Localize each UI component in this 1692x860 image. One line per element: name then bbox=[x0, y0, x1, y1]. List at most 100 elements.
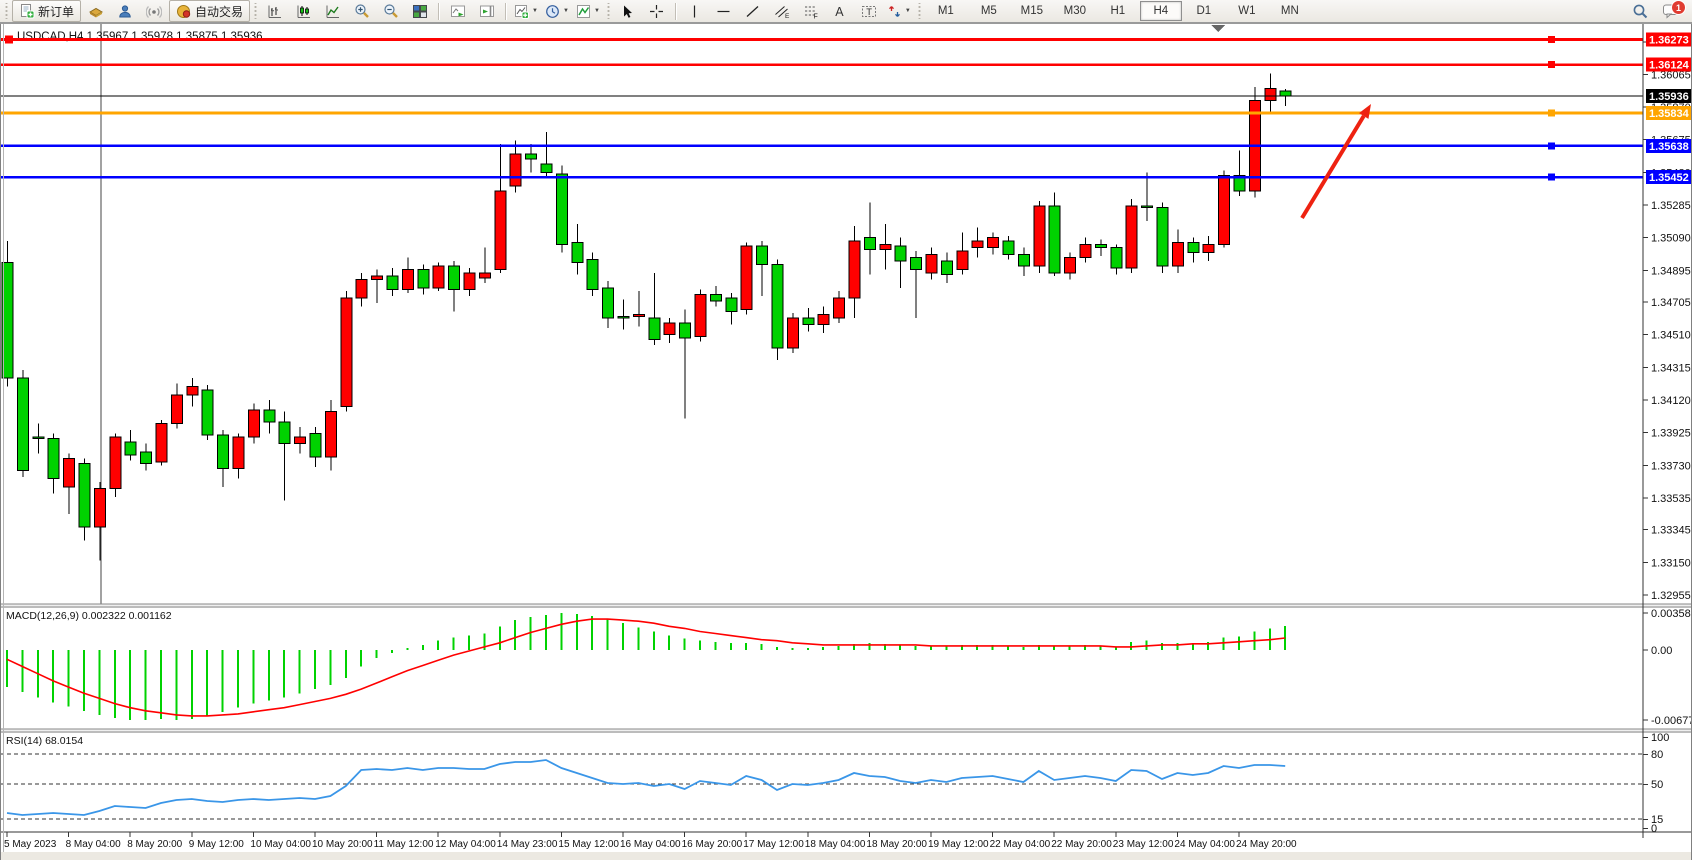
auto-scroll-button[interactable] bbox=[444, 0, 472, 22]
new-order-button[interactable]: 新订单 bbox=[12, 0, 81, 22]
profiles-button[interactable] bbox=[111, 0, 139, 22]
bar-chart-button[interactable] bbox=[261, 0, 289, 22]
rsi-label: RSI(14) 68.0154 bbox=[6, 735, 83, 747]
price-tick-label: 1.33730 bbox=[1651, 460, 1691, 472]
time-tick-label: 16 May 04:00 bbox=[620, 839, 681, 850]
time-tick-label: 23 May 12:00 bbox=[1113, 839, 1174, 850]
crosshair-button[interactable] bbox=[643, 0, 671, 22]
candle bbox=[341, 291, 352, 412]
signal-button[interactable] bbox=[140, 0, 168, 22]
candle bbox=[110, 433, 121, 497]
tile-windows-icon bbox=[412, 4, 428, 19]
price-tick-label: 1.33535 bbox=[1651, 493, 1691, 505]
rsi-axis-label: 100 bbox=[1651, 732, 1669, 744]
tab-timeframe-m30[interactable]: M30 bbox=[1054, 1, 1096, 21]
time-tick-label: 24 May 20:00 bbox=[1236, 839, 1297, 850]
time-tick-label: 9 May 12:00 bbox=[189, 839, 244, 850]
zoom-in-button[interactable] bbox=[348, 0, 376, 22]
chevron-down-icon: ▼ bbox=[563, 8, 569, 14]
price-tick-label: 1.33345 bbox=[1651, 525, 1691, 537]
text-label-button[interactable]: T bbox=[855, 0, 883, 22]
candle bbox=[695, 290, 706, 342]
candlestick-chart-icon bbox=[296, 4, 312, 19]
rsi-axis-label: 80 bbox=[1651, 749, 1663, 761]
indicators-icon bbox=[576, 4, 591, 19]
chart-shift-button[interactable] bbox=[473, 0, 501, 22]
chart-shift-icon bbox=[479, 4, 495, 19]
price-tick-label: 1.34315 bbox=[1651, 362, 1691, 374]
tab-timeframe-w1[interactable]: W1 bbox=[1226, 1, 1268, 21]
price-tick-label: 1.32955 bbox=[1651, 590, 1691, 602]
notification-badge: 1 bbox=[1671, 0, 1686, 15]
panel-splitter[interactable] bbox=[0, 729, 1692, 733]
time-tick-label: 8 May 04:00 bbox=[66, 839, 121, 850]
tab-timeframe-mn[interactable]: MN bbox=[1269, 1, 1311, 21]
tab-timeframe-h4[interactable]: H4 bbox=[1140, 1, 1182, 21]
candle bbox=[556, 166, 567, 253]
zoom-out-button[interactable] bbox=[377, 0, 405, 22]
price-badge: 1.35638 bbox=[1646, 139, 1691, 153]
chevron-down-icon: ▼ bbox=[905, 8, 911, 14]
price-tick-label: 1.35285 bbox=[1651, 200, 1691, 212]
tile-windows-button[interactable] bbox=[406, 0, 434, 22]
vertical-line-button[interactable] bbox=[681, 0, 709, 22]
arrow-objects-button[interactable]: ▼ bbox=[884, 0, 914, 22]
price-axis[interactable]: 1.362601.360651.358701.356751.354801.352… bbox=[1643, 23, 1692, 838]
chart-window: USDCAD,H4 1.35967 1.35978 1.35875 1.3593… bbox=[0, 23, 1692, 860]
macd-axis-label: 0.003581 bbox=[1651, 608, 1692, 620]
auto-scroll-icon bbox=[450, 4, 466, 19]
candle bbox=[1219, 171, 1230, 248]
candle bbox=[787, 313, 798, 353]
fibonacci-button[interactable]: F bbox=[797, 0, 825, 22]
time-tick-label: 10 May 04:00 bbox=[250, 839, 311, 850]
auto-trading-icon bbox=[176, 4, 192, 19]
toolbar-drag-handle[interactable] bbox=[606, 3, 611, 19]
price-badge: 1.36124 bbox=[1646, 58, 1691, 72]
toolbar-drag-handle[interactable] bbox=[917, 3, 922, 19]
candlestick-chart-button[interactable] bbox=[290, 0, 318, 22]
candle bbox=[1157, 202, 1168, 272]
time-tick-label: 10 May 20:00 bbox=[312, 839, 373, 850]
line-selection-handle bbox=[1548, 110, 1555, 117]
panel-splitter[interactable] bbox=[0, 604, 1692, 608]
toolbar-drag-handle[interactable] bbox=[253, 3, 258, 19]
indicators-button[interactable]: ▼ bbox=[573, 0, 603, 22]
vertical-line-icon bbox=[687, 4, 702, 19]
macd-label: MACD(12,26,9) 0.002322 0.001162 bbox=[6, 610, 172, 622]
time-tick-label: 5 May 2023 bbox=[4, 839, 57, 850]
line-chart-button[interactable] bbox=[319, 0, 347, 22]
chevron-down-icon: ▼ bbox=[532, 8, 538, 14]
period-clock-icon bbox=[545, 4, 560, 19]
period-clock-button[interactable]: ▼ bbox=[542, 0, 572, 22]
tab-timeframe-m15[interactable]: M15 bbox=[1011, 1, 1053, 21]
cursor-button[interactable] bbox=[614, 0, 642, 22]
svg-text:1.35638: 1.35638 bbox=[1649, 141, 1689, 153]
new-chart-button[interactable]: ▼ bbox=[511, 0, 541, 22]
time-tick-label: 11 May 12:00 bbox=[374, 839, 434, 850]
trend-line-button[interactable] bbox=[739, 0, 767, 22]
svg-text:T: T bbox=[866, 7, 872, 18]
tab-timeframe-m5[interactable]: M5 bbox=[968, 1, 1010, 21]
search-button[interactable] bbox=[1626, 0, 1654, 22]
text-button[interactable]: A bbox=[826, 0, 854, 22]
macd-axis-label: 0.00 bbox=[1651, 645, 1672, 657]
equidistant-channel-button[interactable]: E bbox=[768, 0, 796, 22]
time-tick-label: 22 May 04:00 bbox=[990, 839, 1051, 850]
rsi-axis-label: 0 bbox=[1651, 823, 1657, 835]
tab-timeframe-h1[interactable]: H1 bbox=[1097, 1, 1139, 21]
line-selection-handle bbox=[5, 36, 13, 44]
zoom-in-icon bbox=[354, 3, 370, 19]
horizontal-line-button[interactable] bbox=[710, 0, 738, 22]
time-tick-label: 16 May 20:00 bbox=[682, 839, 743, 850]
market-watch-button[interactable] bbox=[82, 0, 110, 22]
time-tick-label: 18 May 04:00 bbox=[805, 839, 866, 850]
svg-text:1.35452: 1.35452 bbox=[1649, 172, 1689, 184]
notifications-button[interactable]: 1 bbox=[1660, 1, 1682, 21]
toolbar-drag-handle[interactable] bbox=[4, 3, 9, 19]
tab-timeframe-m1[interactable]: M1 bbox=[925, 1, 967, 21]
auto-trading-button[interactable]: 自动交易 bbox=[169, 0, 250, 22]
tab-timeframe-d1[interactable]: D1 bbox=[1183, 1, 1225, 21]
new-chart-icon bbox=[514, 4, 529, 19]
price-tick-label: 1.34895 bbox=[1651, 265, 1691, 277]
zoom-out-icon bbox=[383, 3, 399, 19]
